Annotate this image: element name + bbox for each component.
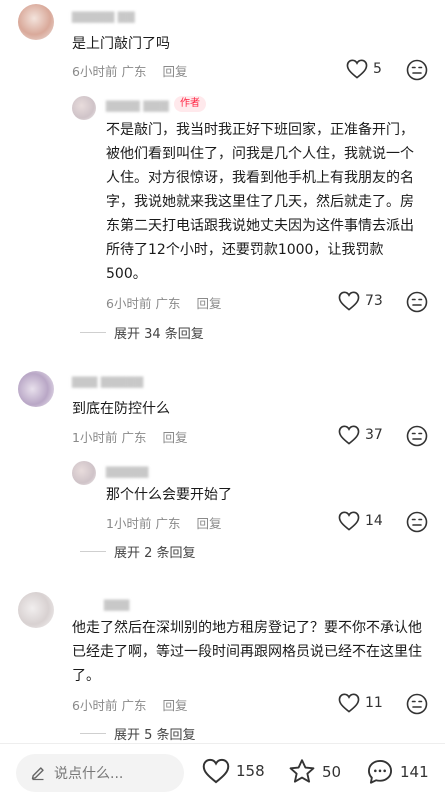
reply-button[interactable]: 回复 <box>196 516 221 531</box>
reply-button[interactable]: 回复 <box>162 698 187 713</box>
heart-outline-icon <box>338 425 360 445</box>
comment-meta: 6小时前 广东 回复 <box>106 293 221 312</box>
comment-location: 广东 <box>121 430 147 445</box>
divider <box>80 332 106 333</box>
comment-meta: 6小时前 广东 回复 <box>72 61 187 80</box>
comment-item: ▇▇▇ ▇▇▇▇▇ 到底在防控什么 1小时前 广东 回复 37 <box>0 365 445 455</box>
username-blurred[interactable]: ▇▇▇ ▇▇▇▇▇ <box>72 375 143 388</box>
post-favorite-button[interactable]: 50 <box>288 758 341 785</box>
username-blurred[interactable]: ▇▇▇▇ ▇▇▇ <box>106 99 169 112</box>
expand-replies-button[interactable]: 展开 34 条回复 <box>80 323 204 342</box>
divider <box>80 551 106 552</box>
post-comment-count: 141 <box>400 763 429 781</box>
expand-replies-label: 展开 5 条回复 <box>114 728 196 743</box>
like-count: 5 <box>373 61 382 77</box>
comment-meta: 1小时前 广东 回复 <box>72 427 187 446</box>
username-blurred[interactable]: ▇▇▇▇▇ ▇▇ <box>72 10 135 23</box>
reply-item: ▇▇▇▇▇ 那个什么会要开始了 1小时前 广东 回复 14 展开 2 条回复 <box>0 455 445 567</box>
author-badge: 作者 <box>174 96 206 112</box>
reply-button[interactable]: 回复 <box>196 296 221 311</box>
heart-outline-icon <box>338 291 360 311</box>
expand-replies-button[interactable]: 展开 5 条回复 <box>80 724 196 743</box>
reply-button[interactable]: 回复 <box>162 430 187 445</box>
dislike-face-icon[interactable] <box>406 511 428 533</box>
post-like-count: 158 <box>236 762 265 780</box>
like-button[interactable]: 73 <box>338 291 383 311</box>
avatar[interactable] <box>18 371 54 407</box>
like-button[interactable]: 37 <box>338 425 383 445</box>
post-comment-button[interactable]: 141 <box>366 758 429 786</box>
dislike-face-icon[interactable] <box>406 425 428 447</box>
dislike-face-icon[interactable] <box>406 59 428 81</box>
comment-location: 广东 <box>121 698 147 713</box>
comment-item: ▇▇▇▇▇ ▇▇ 是上门敲门了吗 6小时前 广东 回复 5 <box>0 0 445 90</box>
avatar[interactable] <box>72 96 96 120</box>
post-like-button[interactable]: 158 <box>202 758 265 784</box>
like-count: 11 <box>365 695 383 711</box>
comment-meta: 1小时前 广东 回复 <box>106 513 221 532</box>
comment-location: 广东 <box>155 296 181 311</box>
like-count: 14 <box>365 513 383 529</box>
username-blurred[interactable]: ▇▇▇▇▇ <box>106 465 148 478</box>
comment-text: 到底在防控什么 <box>72 401 170 417</box>
reply-item: ▇▇▇▇ ▇▇▇ 作者 不是敲门，我当时我正好下班回家，正准备开门，被他们看到叫… <box>0 90 445 352</box>
comment-time: 6小时前 <box>72 64 118 79</box>
comment-meta: 6小时前 广东 回复 <box>72 695 187 714</box>
like-button[interactable]: 5 <box>346 59 382 79</box>
heart-outline-icon <box>338 693 360 713</box>
comment-text: 是上门敲门了吗 <box>72 36 170 52</box>
username-blurred[interactable]: ▇▇▇ <box>104 598 129 611</box>
comment-item: ▇▇▇ 他走了然后在深圳别的地方租房登记了？要不你不承认他已经走了啊，等过一段时… <box>0 588 445 743</box>
comment-input[interactable]: 说点什么... <box>16 754 184 792</box>
comment-time: 1小时前 <box>72 430 118 445</box>
comment-time: 1小时前 <box>106 516 152 531</box>
comment-input-placeholder: 说点什么... <box>54 766 124 782</box>
dislike-face-icon[interactable] <box>406 693 428 715</box>
chat-bubble-icon <box>367 759 393 784</box>
like-button[interactable]: 14 <box>338 511 383 531</box>
divider <box>80 733 106 734</box>
comment-text: 他走了然后在深圳别的地方租房登记了？要不你不承认他已经走了啊，等过一段时间再跟网… <box>72 620 422 684</box>
like-count: 37 <box>365 427 383 443</box>
heart-outline-icon <box>338 511 360 531</box>
like-count: 73 <box>365 293 383 309</box>
like-button[interactable]: 11 <box>338 693 383 713</box>
comment-location: 广东 <box>121 64 147 79</box>
comment-location: 广东 <box>155 516 181 531</box>
reply-button[interactable]: 回复 <box>162 64 187 79</box>
expand-replies-label: 展开 2 条回复 <box>114 546 196 561</box>
expand-replies-label: 展开 34 条回复 <box>114 327 204 342</box>
bottom-action-bar: 说点什么... 158 50 141 <box>0 743 445 800</box>
avatar[interactable] <box>18 4 54 40</box>
dislike-face-icon[interactable] <box>406 291 428 313</box>
expand-replies-button[interactable]: 展开 2 条回复 <box>80 542 196 561</box>
comment-text: 那个什么会要开始了 <box>106 487 232 503</box>
pencil-icon <box>31 767 44 781</box>
star-outline-icon <box>289 759 315 783</box>
comment-time: 6小时前 <box>72 698 118 713</box>
comment-text: 不是敲门，我当时我正好下班回家，正准备开门，被他们看到叫住了，问我是几个人住，我… <box>106 122 414 282</box>
post-favorite-count: 50 <box>322 762 342 781</box>
heart-outline-icon <box>202 758 230 784</box>
comment-time: 6小时前 <box>106 296 152 311</box>
avatar[interactable] <box>72 461 96 485</box>
avatar[interactable] <box>18 592 54 628</box>
heart-outline-icon <box>346 59 368 79</box>
